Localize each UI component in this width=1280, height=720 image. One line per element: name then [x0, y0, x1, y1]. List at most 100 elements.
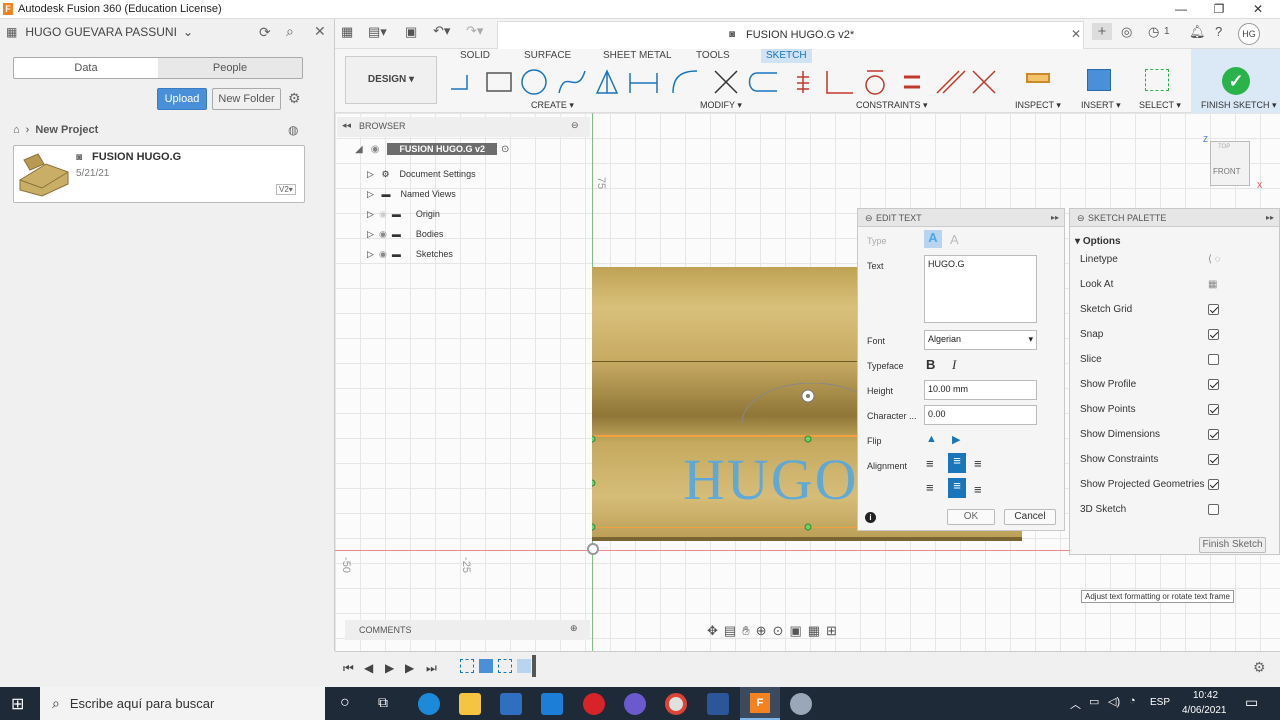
chrome-icon[interactable] [665, 693, 687, 715]
view-cube-top[interactable]: TOP [1218, 144, 1230, 150]
timeline-extrude-icon[interactable] [479, 659, 493, 673]
align-top-icon[interactable]: ≡ [926, 480, 934, 495]
file-explorer-icon[interactable] [459, 693, 481, 715]
apps-grid-icon[interactable]: ▦ [341, 24, 353, 40]
opera-icon[interactable] [583, 693, 605, 715]
browser-options-icon[interactable]: ⊖ [571, 120, 579, 131]
look-at-icon[interactable]: ▦ [1208, 279, 1217, 290]
timeline-sketch-icon[interactable] [498, 659, 512, 673]
new-folder-button[interactable]: New Folder [212, 88, 281, 110]
edit-text-header[interactable]: ⊖ EDIT TEXT ▸▸ [858, 209, 1064, 227]
text-input[interactable]: HUGO.G [924, 255, 1037, 323]
job-status-icon[interactable]: ◷ [1148, 24, 1159, 40]
timeline-feature-icon[interactable] [517, 659, 531, 673]
globe-icon[interactable]: ◍ [288, 123, 298, 137]
steam-icon[interactable] [790, 693, 812, 715]
gear-icon[interactable]: ⚙ [288, 90, 301, 107]
minimize-button[interactable]: — [1166, 1, 1196, 18]
apps-grid-icon[interactable]: ▦ [6, 25, 17, 39]
tab-sketch[interactable]: SKETCH [761, 49, 812, 63]
new-tab-icon[interactable]: + [1092, 23, 1112, 40]
zoom-icon[interactable]: ⊕ [756, 623, 773, 638]
flip-vertical-icon[interactable]: ▲ [926, 433, 937, 445]
expand-icon[interactable]: ▷ [367, 209, 374, 219]
select-window-icon[interactable] [1145, 69, 1169, 91]
close-window-button[interactable]: ✕ [1243, 1, 1273, 18]
project-card[interactable]: ◙ FUSION HUGO.G 5/21/21 V2▾ [13, 145, 305, 203]
file-menu-icon[interactable]: ▤▾ [368, 24, 387, 40]
clock-time[interactable]: 10:42 [1193, 690, 1218, 701]
save-icon[interactable]: ▣ [405, 24, 417, 40]
font-select[interactable]: Algerian ▾ [924, 330, 1037, 350]
refresh-icon[interactable]: ⟳ [259, 24, 271, 41]
prev-frame-icon[interactable]: ◀ [364, 661, 373, 675]
collapse-triangle-icon[interactable]: ◢ [355, 144, 363, 155]
flip-horizontal-icon[interactable]: ▶ [952, 433, 960, 446]
breadcrumb-project[interactable]: New Project [35, 124, 98, 136]
eye-icon[interactable]: ◉ [379, 249, 387, 259]
inspect-menu[interactable]: INSPECT ▾ [1015, 100, 1061, 111]
linetype-icon[interactable]: ⟨ ◌ [1208, 254, 1221, 265]
expand-icon[interactable]: ▷ [367, 189, 374, 199]
workspace-switcher[interactable]: DESIGN ▾ [345, 56, 437, 104]
align-middle-icon[interactable]: ≡ [948, 478, 966, 498]
fit-icon[interactable]: ⊙ [773, 623, 790, 638]
discord-icon[interactable] [624, 693, 646, 715]
collapse-dot-icon[interactable]: ⊖ [865, 209, 873, 227]
view-cube-front[interactable]: FRONT [1213, 167, 1241, 176]
cancel-button[interactable]: Cancel [1004, 509, 1056, 525]
eye-hidden-icon[interactable]: ◉ [379, 209, 387, 219]
tab-solid[interactable]: SOLID [455, 49, 495, 63]
align-right-icon[interactable]: ≡ [974, 456, 982, 471]
last-frame-icon[interactable]: ⏭︎ [426, 661, 437, 676]
browser-root[interactable]: ◢ ◉ FUSION HUGO.G v2 ⊙ [355, 143, 509, 155]
palette-checkbox[interactable] [1208, 454, 1219, 465]
first-frame-icon[interactable]: ⏮︎ [343, 661, 354, 676]
palette-checkbox[interactable] [1208, 429, 1219, 440]
tab-sheet-metal[interactable]: SHEET METAL [598, 49, 677, 63]
windows-start-icon[interactable]: ⊞ [11, 694, 24, 714]
expand-icon[interactable]: ▷ [367, 249, 374, 259]
extensions-icon[interactable]: ◎ [1121, 24, 1132, 40]
select-menu[interactable]: SELECT ▾ [1139, 100, 1181, 111]
browser-item-named-views[interactable]: ▷ ▬ Named Views [367, 184, 476, 204]
display-settings-icon[interactable]: ▣ [789, 623, 807, 638]
italic-button[interactable]: I [952, 357, 956, 373]
palette-checkbox[interactable] [1208, 404, 1219, 415]
mail-icon[interactable] [541, 693, 563, 715]
expand-icon[interactable]: ▷ [367, 169, 374, 179]
store-icon[interactable] [500, 693, 522, 715]
language-indicator[interactable]: ESP [1150, 697, 1170, 708]
undo-icon[interactable]: ↶▾ [433, 23, 450, 39]
clock-date[interactable]: 4/06/2021 [1182, 705, 1227, 716]
collapse-triangle-icon[interactable]: ▾ [1075, 236, 1080, 247]
measure-icon[interactable] [1026, 73, 1050, 83]
version-dropdown[interactable]: V2▾ [276, 184, 296, 195]
tab-data[interactable]: Data [14, 58, 158, 78]
type-path-icon[interactable]: A [950, 232, 959, 247]
notifications-icon[interactable]: ▭ [1245, 694, 1258, 711]
tab-people[interactable]: People [158, 58, 302, 78]
close-tab-icon[interactable]: ✕ [1071, 27, 1081, 41]
play-icon[interactable]: ▶ [385, 661, 394, 675]
timeline-marker[interactable] [532, 655, 536, 677]
next-frame-icon[interactable]: ▶︎ [405, 661, 414, 675]
insert-image-icon[interactable] [1087, 69, 1111, 91]
eye-icon[interactable]: ◉ [371, 144, 380, 155]
palette-checkbox[interactable] [1208, 504, 1219, 515]
character-spacing-input[interactable]: 0.00 [924, 405, 1037, 425]
volume-icon[interactable]: ◁) [1108, 695, 1120, 708]
cortana-icon[interactable]: ○ [340, 694, 350, 712]
align-center-icon[interactable]: ≡ [948, 453, 966, 473]
help-icon[interactable]: ? [1215, 24, 1222, 39]
network-icon[interactable]: ◔ [1129, 695, 1136, 707]
orbit-icon[interactable]: ✥ [707, 623, 724, 638]
comments-panel[interactable]: COMMENTS ⊕ [345, 620, 590, 640]
restore-button[interactable]: ❐ [1204, 1, 1234, 18]
expand-panel-icon[interactable]: ▸▸ [1051, 209, 1059, 227]
finish-sketch-palette-button[interactable]: Finish Sketch [1199, 537, 1266, 553]
viewport-canvas[interactable]: 75 50 25 -50 -25 HUGO.G TOP FRONT Z X ◂◂… [335, 113, 1280, 651]
timeline-sketch-icon[interactable] [460, 659, 474, 673]
type-horizontal-icon[interactable]: A [924, 230, 942, 248]
edge-icon[interactable] [418, 693, 440, 715]
